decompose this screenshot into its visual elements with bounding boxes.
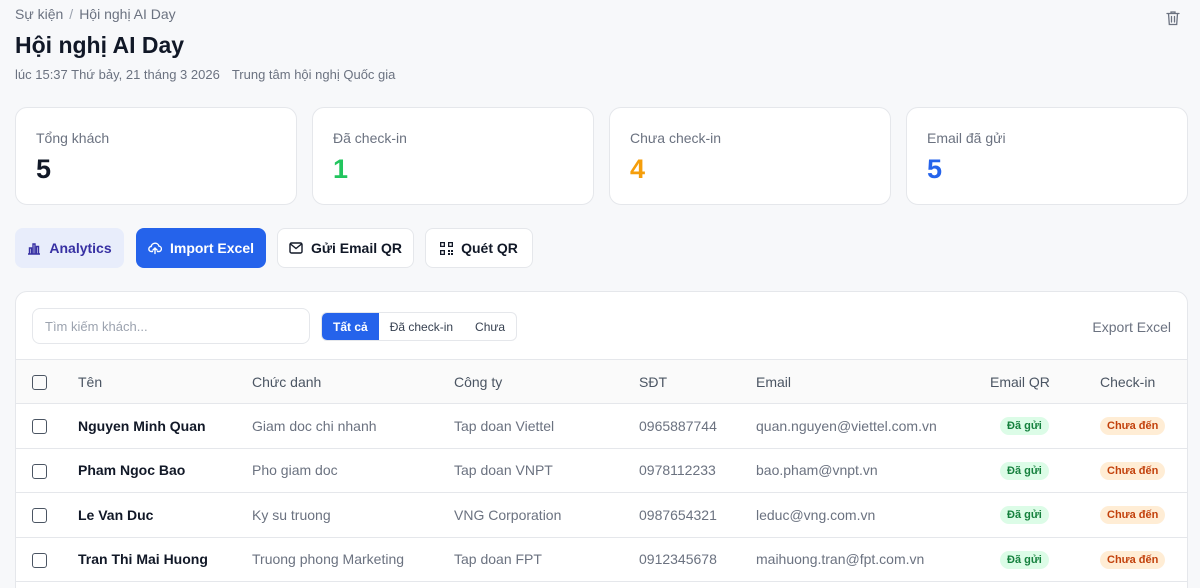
guest-phone: 0978112233 bbox=[639, 448, 756, 493]
send-email-qr-button[interactable]: Gửi Email QR bbox=[277, 228, 414, 268]
column-header-name[interactable]: Tên bbox=[78, 359, 252, 404]
guest-company: Tap doan FPT bbox=[454, 537, 639, 582]
stat-value: 5 bbox=[927, 154, 943, 184]
import-excel-button[interactable]: Import Excel bbox=[136, 228, 266, 268]
filter-tab-not-yet[interactable]: Chưa bbox=[464, 313, 516, 340]
guest-company: Tap doan Viettel bbox=[454, 403, 639, 449]
trash-icon[interactable] bbox=[1166, 10, 1180, 26]
guest-name: Le Van Duc bbox=[78, 492, 252, 538]
import-excel-label: Import Excel bbox=[169, 240, 255, 256]
export-excel-link[interactable]: Export Excel bbox=[1092, 319, 1171, 335]
column-header-phone[interactable]: SĐT bbox=[639, 359, 756, 404]
stat-label: Tổng khách bbox=[36, 130, 110, 146]
guest-list-card: Tất cả Đã check-in Chưa Export Excel Tên… bbox=[15, 291, 1188, 588]
table-header-row: Tên Chức danh Công ty SĐT Email Email QR… bbox=[16, 359, 1187, 404]
analytics-button[interactable]: Analytics bbox=[15, 228, 124, 268]
guest-table: Tên Chức danh Công ty SĐT Email Email QR… bbox=[16, 359, 1187, 582]
guest-phone: 0912345678 bbox=[639, 537, 756, 582]
guest-company: Tap doan VNPT bbox=[454, 448, 639, 493]
guest-title: Pho giam doc bbox=[252, 448, 454, 493]
guest-title: Ky su truong bbox=[252, 492, 454, 538]
checkin-filter-tabs: Tất cả Đã check-in Chưa bbox=[321, 312, 518, 341]
table-row[interactable]: Le Van Duc Ky su truong VNG Corporation 098… bbox=[16, 492, 1187, 538]
stat-card-not-checked-in: Chưa check-in 4 bbox=[609, 107, 891, 205]
event-meta: lúc 15:37 Thứ bảy, 21 tháng 3 2026 Trung… bbox=[15, 67, 395, 82]
guest-email: bao.pham@vnpt.vn bbox=[756, 448, 990, 493]
filter-tab-all[interactable]: Tất cả bbox=[322, 313, 379, 340]
stat-card-checked-in: Đã check-in 1 bbox=[312, 107, 594, 205]
stat-value: 1 bbox=[333, 154, 349, 184]
table-row[interactable]: Nguyen Minh Quan Giam doc chi nhanh Tap do… bbox=[16, 403, 1187, 449]
guest-name: Nguyen Minh Quan bbox=[78, 403, 252, 449]
guest-phone: 0987654321 bbox=[639, 492, 756, 538]
filter-tab-checked-in[interactable]: Đã check-in bbox=[379, 313, 464, 340]
guest-name: Tran Thi Mai Huong bbox=[78, 537, 252, 582]
select-all-checkbox[interactable] bbox=[32, 374, 47, 390]
event-datetime: lúc 15:37 Thứ bảy, 21 tháng 3 2026 bbox=[15, 67, 220, 82]
email-qr-status-badge: Đã gửi bbox=[1000, 550, 1049, 569]
scan-qr-button[interactable]: Quét QR bbox=[425, 228, 533, 268]
checkin-status-badge: Chưa đến bbox=[1100, 506, 1166, 525]
breadcrumb-current: Hội nghị AI Day bbox=[79, 6, 176, 22]
column-header-title[interactable]: Chức danh bbox=[252, 359, 454, 404]
table-row[interactable]: Tran Thi Mai Huong Truong phong Marketing… bbox=[16, 537, 1187, 582]
column-header-email[interactable]: Email bbox=[756, 359, 990, 404]
guest-title: Truong phong Marketing bbox=[252, 537, 454, 582]
checkin-status-badge: Chưa đến bbox=[1100, 461, 1166, 480]
checkin-status-badge: Chưa đến bbox=[1100, 550, 1166, 569]
stat-label: Đã check-in bbox=[333, 130, 407, 146]
send-email-qr-label: Gửi Email QR bbox=[310, 240, 403, 256]
event-venue: Trung tâm hội nghị Quốc gia bbox=[231, 67, 396, 82]
breadcrumb-events-link[interactable]: Sự kiện bbox=[15, 6, 63, 22]
stat-value: 5 bbox=[36, 154, 52, 184]
stat-card-emails-sent: Email đã gửi 5 bbox=[906, 107, 1188, 205]
table-row[interactable]: Pham Ngoc Bao Pho giam doc Tap doan VNPT 09… bbox=[16, 448, 1187, 493]
guest-phone: 0965887744 bbox=[639, 403, 756, 449]
analytics-label: Analytics bbox=[49, 240, 112, 256]
email-qr-status-badge: Đã gửi bbox=[1000, 506, 1049, 525]
qr-code-icon bbox=[440, 241, 454, 255]
scan-qr-label: Quét QR bbox=[461, 240, 518, 256]
row-checkbox[interactable] bbox=[32, 552, 47, 568]
guest-company: VNG Corporation bbox=[454, 492, 639, 538]
guest-email: quan.nguyen@viettel.com.vn bbox=[756, 403, 990, 449]
guest-email: leduc@vng.com.vn bbox=[756, 492, 990, 538]
column-header-email-qr[interactable]: Email QR bbox=[990, 359, 1100, 404]
stat-card-total-guests: Tổng khách 5 bbox=[15, 107, 297, 205]
guest-search-input[interactable] bbox=[32, 308, 310, 344]
guest-title: Giam doc chi nhanh bbox=[252, 403, 454, 449]
email-qr-status-badge: Đã gửi bbox=[1000, 417, 1049, 436]
stat-label: Chưa check-in bbox=[630, 130, 722, 146]
breadcrumb-separator: / bbox=[69, 6, 74, 22]
row-checkbox[interactable] bbox=[32, 463, 47, 479]
stat-label: Email đã gửi bbox=[927, 130, 1006, 146]
row-checkbox[interactable] bbox=[32, 419, 47, 435]
column-header-company[interactable]: Công ty bbox=[454, 359, 639, 404]
row-checkbox[interactable] bbox=[32, 508, 47, 524]
breadcrumb: Sự kiện / Hội nghị AI Day bbox=[15, 6, 176, 22]
email-qr-status-badge: Đã gửi bbox=[1000, 461, 1049, 480]
page-title: Hội nghị AI Day bbox=[15, 32, 185, 58]
stat-value: 4 bbox=[630, 154, 646, 184]
guest-name: Pham Ngoc Bao bbox=[78, 448, 252, 493]
checkin-status-badge: Chưa đến bbox=[1100, 417, 1166, 436]
column-header-checkin[interactable]: Check-in bbox=[1100, 359, 1187, 404]
bar-chart-icon bbox=[28, 243, 41, 255]
mail-icon bbox=[289, 242, 303, 254]
upload-cloud-icon bbox=[148, 242, 162, 255]
guest-email: maihuong.tran@fpt.com.vn bbox=[756, 537, 990, 582]
